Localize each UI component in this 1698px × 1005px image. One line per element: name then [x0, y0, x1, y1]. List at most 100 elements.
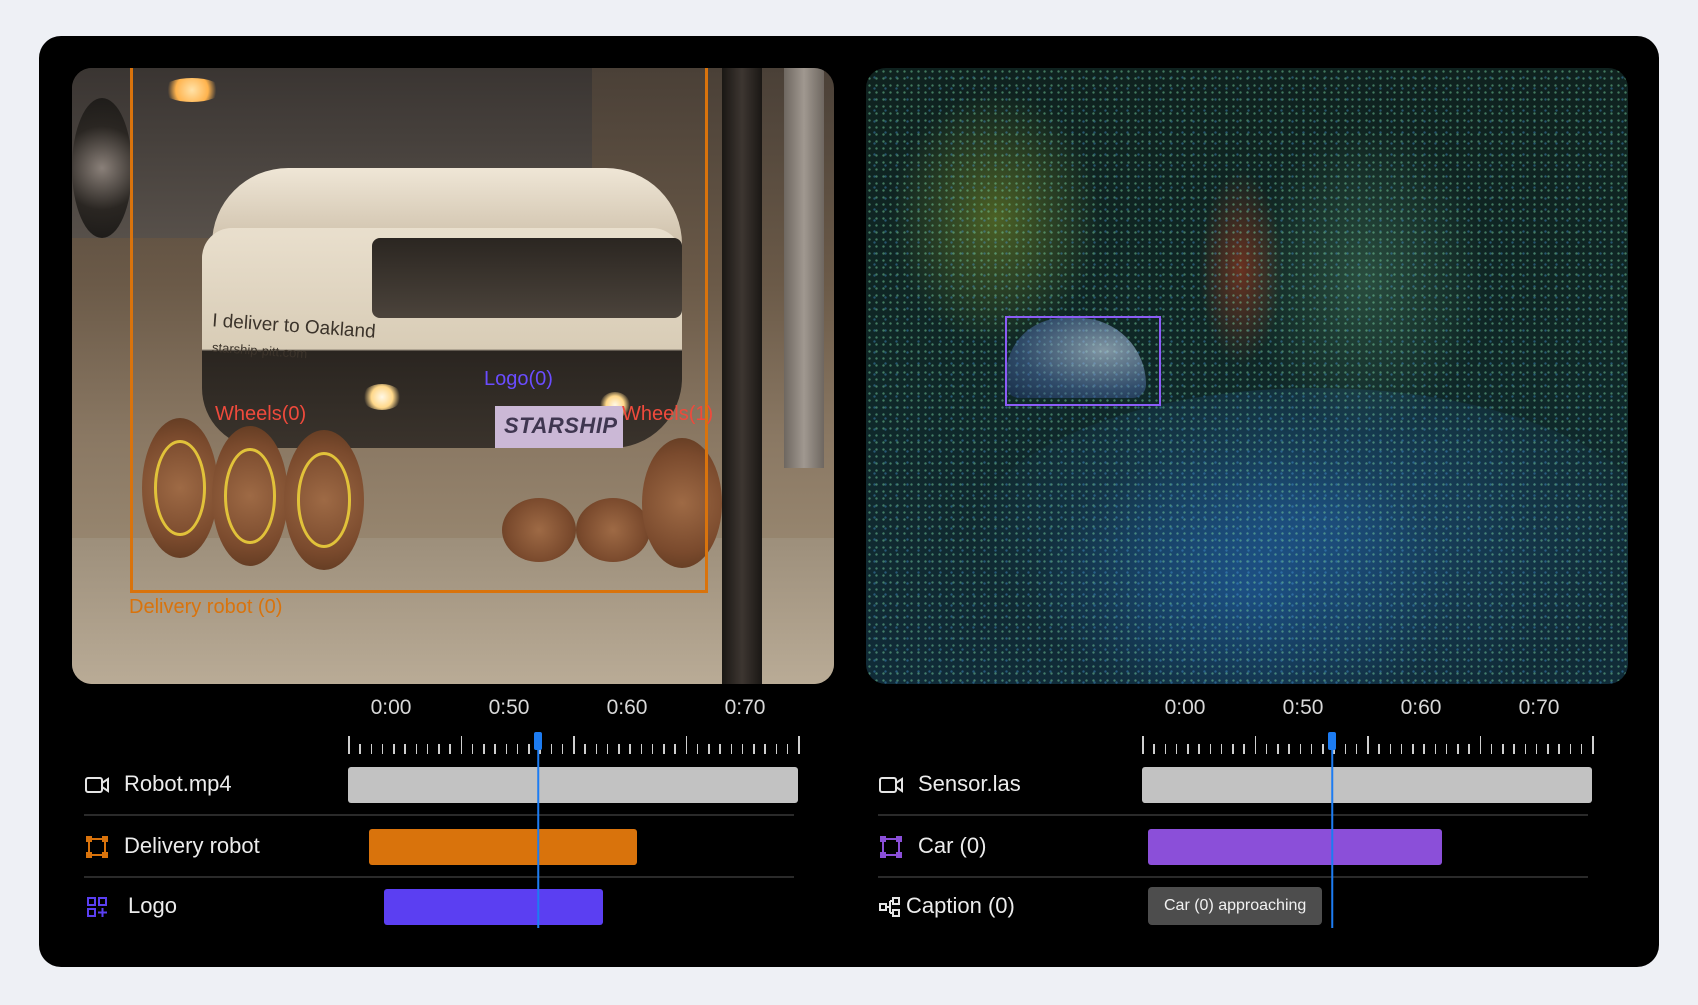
- ruler-tick: [1535, 744, 1538, 754]
- ruler-tick: [1243, 744, 1245, 754]
- pole: [722, 68, 762, 684]
- pipe: [784, 68, 824, 468]
- ruler-tick: [708, 744, 710, 754]
- ruler-tick: [460, 736, 462, 754]
- ruler-tick: [1513, 744, 1515, 754]
- ruler-tick: [1423, 744, 1425, 754]
- point-cloud-viewer[interactable]: [866, 68, 1628, 684]
- caption-chip[interactable]: Car (0) approaching: [1148, 887, 1323, 925]
- track-row-logo[interactable]: Logo: [84, 878, 794, 936]
- ruler-tick: [730, 744, 732, 754]
- ruler-tick: [1164, 744, 1166, 754]
- video-viewer[interactable]: I deliver to Oakland starship-pitt.com S…: [72, 68, 834, 684]
- sensor-timeline: 0:00 0:50 0:60 0:70 Sensor.las Car (0) C…: [866, 696, 1628, 956]
- time-tick-label: 0:70: [1518, 696, 1560, 719]
- ruler-tick: [753, 744, 755, 754]
- wheels-1-annotation-label: Wheels(1): [622, 403, 714, 425]
- ruler-tick: [1400, 744, 1403, 754]
- ruler-tick: [370, 744, 372, 754]
- ruler-tick: [1479, 736, 1481, 754]
- ruler-tick: [348, 736, 350, 754]
- ruler-tick: [1277, 744, 1279, 754]
- ruler-tick: [1355, 744, 1358, 754]
- ruler-tick: [1558, 744, 1560, 754]
- car-track-bar[interactable]: [1148, 829, 1442, 865]
- ruler-tick: [573, 736, 575, 754]
- ruler-tick: [1175, 744, 1178, 754]
- delivery-robot-bounding-box[interactable]: [130, 68, 708, 593]
- bounding-box-icon: [86, 836, 108, 858]
- ruler-tick: [1265, 744, 1268, 754]
- video-icon: [879, 777, 903, 793]
- ruler-tick: [1468, 744, 1470, 754]
- point-cloud-scene: [866, 68, 1628, 684]
- track-label: Logo: [128, 893, 177, 918]
- track-row-delivery-robot[interactable]: Delivery robot: [84, 818, 794, 878]
- track-label: Car (0): [918, 833, 987, 858]
- annotation-workspace: I deliver to Oakland starship-pitt.com S…: [39, 36, 1659, 967]
- ruler-tick: [1547, 744, 1549, 754]
- ruler-tick: [1580, 744, 1583, 754]
- ruler-tick: [381, 744, 384, 754]
- time-tick-label: 0:50: [1282, 696, 1324, 719]
- ruler-tick: [404, 744, 406, 754]
- ruler-tick: [1153, 744, 1155, 754]
- ruler-tick: [550, 744, 552, 754]
- ruler-tick: [1187, 744, 1189, 754]
- ruler-tick: [471, 744, 474, 754]
- ruler-tick: [651, 744, 654, 754]
- track-label: Delivery robot: [124, 833, 260, 858]
- ruler-tick: [516, 744, 519, 754]
- video-frame: I deliver to Oakland starship-pitt.com S…: [72, 68, 834, 684]
- ruler-tick: [584, 744, 586, 754]
- ruler-tick: [1378, 744, 1380, 754]
- ruler-tick: [393, 744, 395, 754]
- ruler-tick: [1367, 736, 1369, 754]
- ruler-tick: [1209, 744, 1211, 754]
- track-row-car[interactable]: Car (0): [878, 818, 1588, 878]
- ruler-tick: [606, 744, 609, 754]
- file-track-bar[interactable]: [348, 767, 798, 803]
- bounding-box-icon: [880, 836, 902, 858]
- ruler-tick: [449, 744, 451, 754]
- car-bounding-box[interactable]: [1005, 316, 1161, 406]
- ruler-tick: [1457, 744, 1459, 754]
- logo-annotation-label: Logo(0): [484, 368, 553, 390]
- ruler-tick: [1254, 736, 1256, 754]
- delivery-robot-annotation-label: Delivery robot (0): [129, 596, 283, 618]
- time-tick-label: 0:60: [606, 696, 648, 719]
- track-row-file[interactable]: Robot.mp4: [84, 756, 798, 816]
- ruler-tick: [359, 744, 361, 754]
- ruler-tick: [798, 736, 800, 754]
- ruler-tick: [1198, 744, 1200, 754]
- time-ruler[interactable]: [1142, 734, 1594, 754]
- ruler-tick: [719, 744, 721, 754]
- ruler-tick: [764, 744, 766, 754]
- ruler-tick: [741, 744, 744, 754]
- delivery-robot-track-bar[interactable]: [369, 829, 637, 865]
- time-tick-label: 0:00: [1164, 696, 1206, 719]
- ruler-tick: [629, 744, 631, 754]
- wheels-0-annotation-label: Wheels(0): [215, 403, 307, 425]
- ruler-tick: [1490, 744, 1493, 754]
- time-ruler[interactable]: [348, 734, 800, 754]
- ruler-tick: [674, 744, 676, 754]
- time-tick-label: 0:70: [724, 696, 766, 719]
- time-tick-label: 0:00: [370, 696, 412, 719]
- track-row-file[interactable]: Sensor.las: [878, 756, 1592, 816]
- ruler-tick: [775, 744, 777, 754]
- playhead-line: [537, 748, 539, 928]
- ruler-tick: [640, 744, 642, 754]
- ruler-tick: [1389, 744, 1391, 754]
- file-track-bar[interactable]: [1142, 767, 1592, 803]
- ruler-tick: [415, 744, 417, 754]
- logo-track-bar[interactable]: [384, 889, 603, 925]
- ruler-tick: [1592, 736, 1594, 754]
- ruler-tick: [528, 744, 530, 754]
- ruler-tick: [1288, 744, 1290, 754]
- ruler-tick: [1310, 744, 1313, 754]
- track-row-caption[interactable]: Caption (0) Car (0) approaching: [878, 878, 1588, 936]
- ruler-tick: [426, 744, 429, 754]
- video-icon: [85, 777, 109, 793]
- ruler-tick: [1322, 744, 1324, 754]
